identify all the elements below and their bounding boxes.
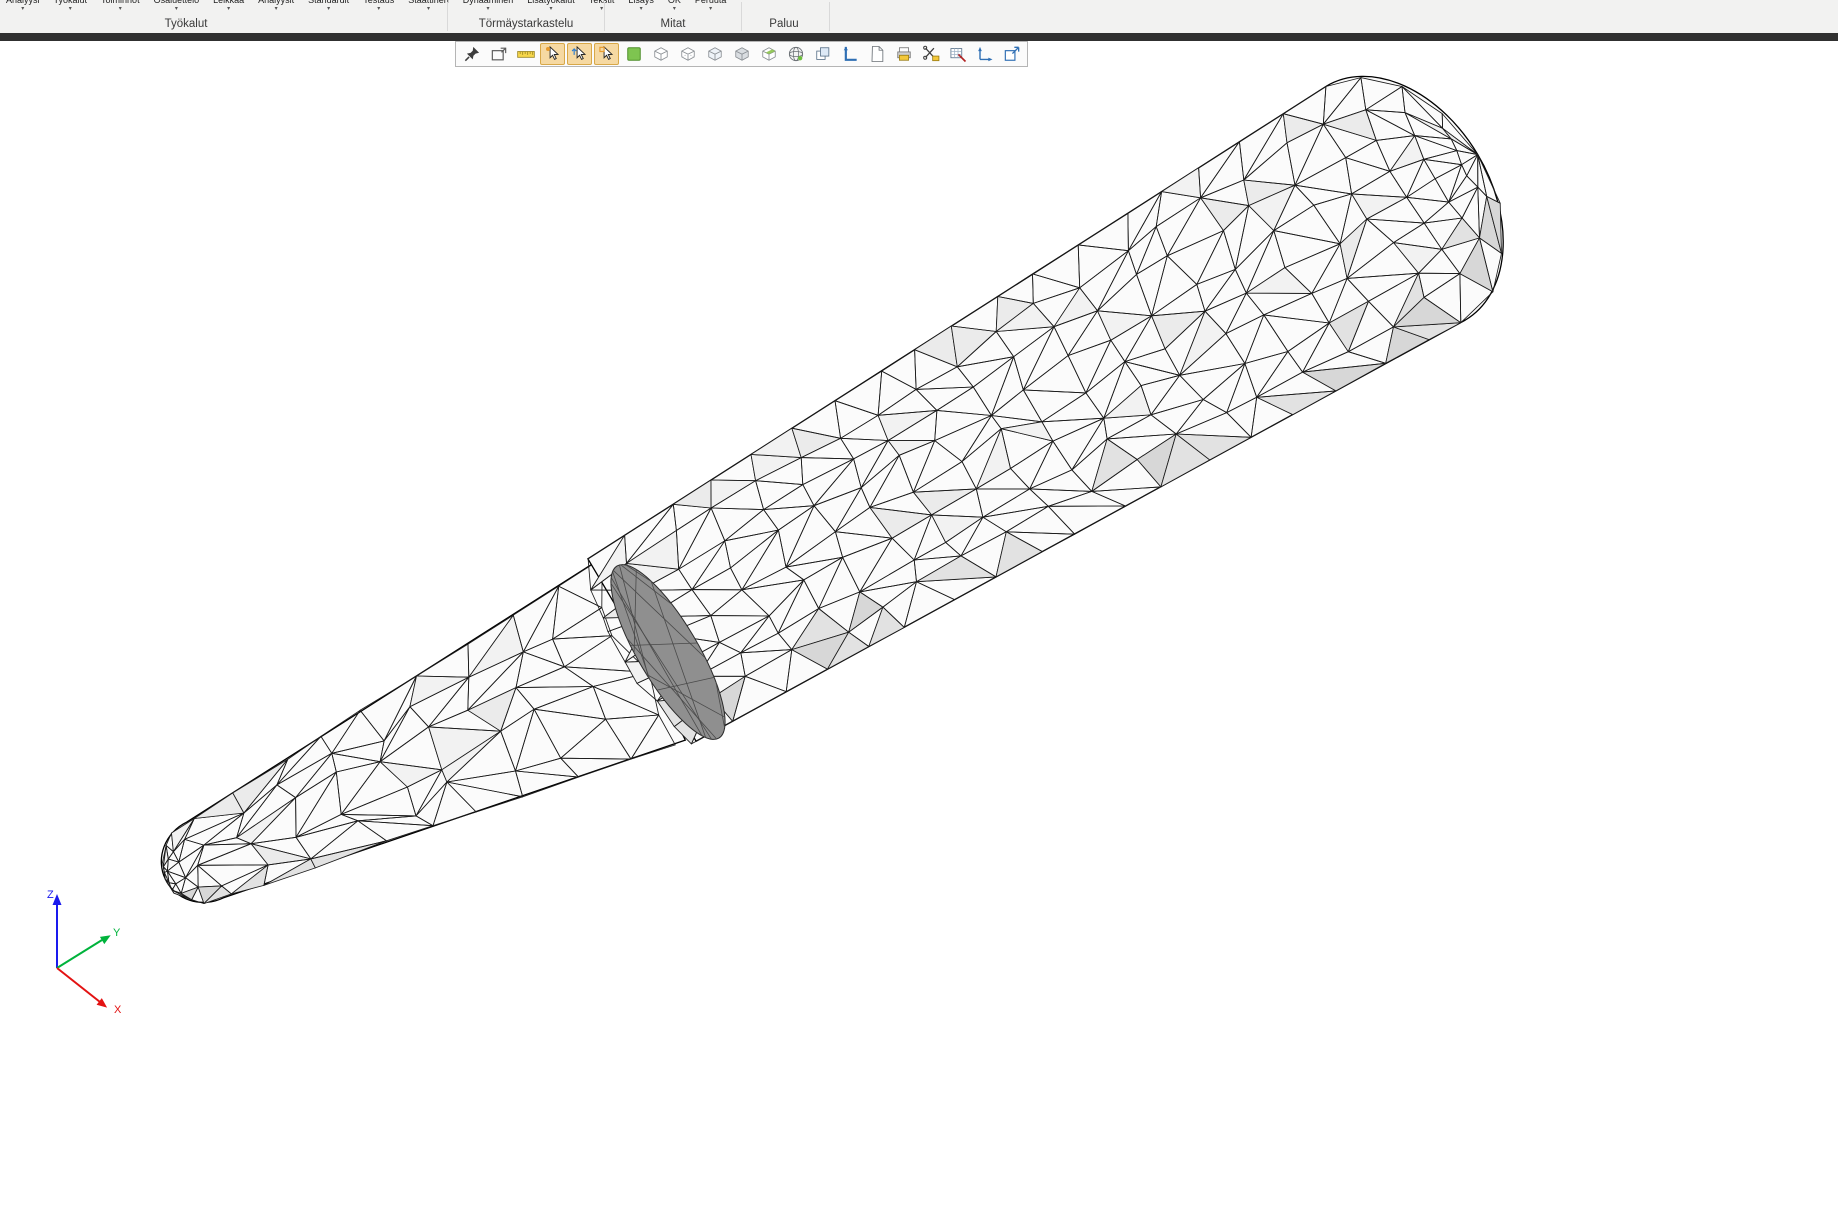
hidden-line-cube-icon[interactable]: [675, 43, 700, 65]
measure-icon: [516, 44, 536, 64]
menu-item-0[interactable]: Analyysi: [6, 0, 40, 12]
menu-item-1[interactable]: Työkalut: [54, 0, 88, 12]
table-wand-icon[interactable]: [945, 43, 970, 65]
axis-x-label: X: [114, 1004, 122, 1016]
menu-item-8[interactable]: Staattinen: [408, 0, 449, 12]
export-curve-icon: [840, 44, 860, 64]
section-cube-icon: [759, 44, 779, 64]
view-toolbar: [455, 41, 1028, 67]
export-cut-icon: [921, 44, 941, 64]
measure-icon[interactable]: [513, 43, 538, 65]
axis-triad: Z Y X: [28, 878, 168, 1028]
transparent-cube-icon[interactable]: [702, 43, 727, 65]
table-wand-icon: [948, 44, 968, 64]
menu-item-13[interactable]: OK: [668, 0, 681, 12]
select-direction-icon: [570, 44, 590, 64]
pin-icon: [462, 44, 482, 64]
mesh-sphere-icon: [786, 44, 806, 64]
handle-mesh: [588, 76, 1503, 744]
menu-item-12[interactable]: Lisäys: [628, 0, 654, 12]
shaded-cube-icon: [732, 44, 752, 64]
wire-cube-icon[interactable]: [648, 43, 673, 65]
copy-layers-icon: [813, 44, 833, 64]
ribbon: Analyysi Työkalut Toiminnot Osaluettelo Leik…: [0, 0, 1838, 34]
axis-arrows-icon: [975, 44, 995, 64]
copy-layers-icon[interactable]: [810, 43, 835, 65]
ribbon-group-label-3: Paluu: [769, 18, 798, 30]
fit-view-icon[interactable]: [486, 43, 511, 65]
menu-item-11[interactable]: Tekstit: [589, 0, 615, 12]
select-point-icon: [543, 44, 563, 64]
ribbon-group-separator: [741, 2, 742, 31]
export-cut-icon[interactable]: [918, 43, 943, 65]
ribbon-group-label-2: Mitat: [661, 18, 686, 30]
menu-item-4[interactable]: Leikkaa: [213, 0, 244, 12]
ribbon-group-separator: [604, 2, 605, 31]
section-cube-icon[interactable]: [756, 43, 781, 65]
blade-mesh: [161, 558, 685, 903]
select-probe-icon[interactable]: [594, 43, 619, 65]
viewport-top-strip: [0, 33, 1838, 41]
wire-cube-icon: [651, 44, 671, 64]
print-icon: [894, 44, 914, 64]
mesh-sphere-icon[interactable]: [783, 43, 808, 65]
menu-item-14[interactable]: Peruuta: [695, 0, 727, 12]
menu-item-5[interactable]: Analyysit: [258, 0, 294, 12]
menu-item-10[interactable]: Lisätyökalut: [527, 0, 575, 12]
menu-item-6[interactable]: Standardit: [308, 0, 349, 12]
ribbon-group-label-0: Työkalut: [165, 18, 208, 30]
viewport-3d[interactable]: [0, 0, 1838, 1217]
shaded-cube-icon[interactable]: [729, 43, 754, 65]
print-icon[interactable]: [891, 43, 916, 65]
hidden-line-cube-icon: [678, 44, 698, 64]
document-icon[interactable]: [864, 43, 889, 65]
axis-z-label: Z: [47, 889, 54, 901]
select-direction-icon[interactable]: [567, 43, 592, 65]
document-icon: [867, 44, 887, 64]
transparent-cube-icon: [705, 44, 725, 64]
ribbon-group-separator: [829, 2, 830, 31]
ribbon-group-separator: [447, 2, 448, 31]
menu-item-9[interactable]: Dynaaminen: [463, 0, 514, 12]
open-window-icon: [1002, 44, 1022, 64]
select-point-icon[interactable]: [540, 43, 565, 65]
solid-view-icon[interactable]: [621, 43, 646, 65]
select-probe-icon: [597, 44, 617, 64]
pin-icon[interactable]: [459, 43, 484, 65]
menu-item-3[interactable]: Osaluettelo: [154, 0, 200, 12]
solid-view-icon: [624, 44, 644, 64]
menu-item-7[interactable]: Testaus: [363, 0, 394, 12]
axis-arrows-icon[interactable]: [972, 43, 997, 65]
ribbon-group-label-1: Törmäystarkastelu: [479, 18, 574, 30]
ribbon-menu-row: Analyysi Työkalut Toiminnot Osaluettelo Leik…: [6, 0, 726, 12]
menu-item-2[interactable]: Toiminnot: [101, 0, 140, 12]
open-window-icon[interactable]: [999, 43, 1024, 65]
fit-view-icon: [489, 44, 509, 64]
axis-y-label: Y: [113, 927, 121, 939]
export-curve-icon[interactable]: [837, 43, 862, 65]
